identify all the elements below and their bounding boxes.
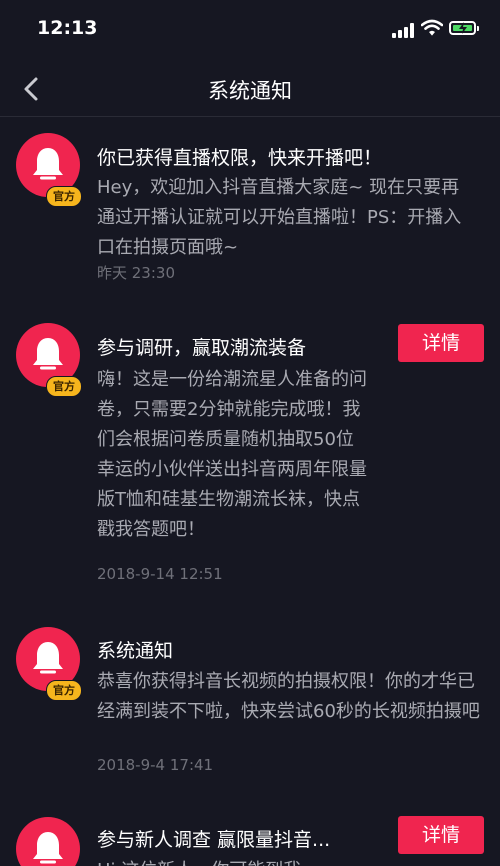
notification-body: Hey，欢迎加入抖音直播大家庭~ 现在只要再通过开播认证就可以开始直播啦！PS：… — [97, 177, 462, 258]
bell-icon — [33, 338, 63, 370]
bell-icon — [33, 148, 63, 180]
status-bar: 12:13 — [0, 0, 500, 62]
notification-title: 参与调研，赢取潮流装备 — [97, 337, 307, 359]
notification-body: 嗨！这是一份给潮流星人准备的问卷，只需要2分钟就能完成哦！我们会根据问卷质量随机… — [97, 369, 367, 540]
notification-time: 2018-9-4 17:41 — [97, 756, 214, 774]
official-badge: 官方 — [46, 186, 82, 207]
notification-body: Hi 这位新人，你可能到我 — [97, 856, 477, 866]
nav-bar: 系统通知 — [0, 62, 500, 117]
notification-time: 昨天 23:30 — [97, 264, 175, 282]
bell-icon — [33, 832, 63, 864]
avatar — [16, 817, 80, 866]
status-time: 12:13 — [37, 17, 98, 39]
notification-item[interactable]: 官方 系统通知 恭喜你获得抖音长视频的拍摄权限！你的才华已经满到装不下啦，快来尝… — [0, 615, 500, 790]
official-badge: 官方 — [46, 680, 82, 701]
bell-icon — [33, 642, 63, 674]
notification-time: 2018-9-14 12:51 — [97, 565, 223, 583]
details-button[interactable]: 详情 — [398, 324, 484, 362]
details-button[interactable]: 详情 — [398, 816, 484, 854]
notification-item[interactable]: 参与新人调查 赢限量抖音... 详情 Hi 这位新人，你可能到我 — [0, 805, 500, 866]
notification-body: 恭喜你获得抖音长视频的拍摄权限！你的才华已经满到装不下啦，快来尝试60秒的长视频… — [97, 671, 480, 722]
wifi-icon — [421, 19, 443, 36]
notification-title: 系统通知 — [97, 640, 174, 662]
notification-title: 参与新人调查 赢限量抖音... — [97, 829, 331, 851]
cellular-signal-icon — [392, 22, 416, 38]
notification-title: 你已获得直播权限，快来开播吧！ — [97, 147, 383, 169]
battery-icon — [449, 21, 479, 35]
notification-item[interactable]: 官方 参与调研，赢取潮流装备 详情 嗨！这是一份给潮流星人准备的问卷，只需要2分… — [0, 306, 500, 596]
official-badge: 官方 — [46, 376, 82, 397]
notification-item[interactable]: 官方 你已获得直播权限，快来开播吧！ Hey，欢迎加入抖音直播大家庭~ 现在只要… — [0, 116, 500, 296]
page-title: 系统通知 — [208, 79, 292, 103]
